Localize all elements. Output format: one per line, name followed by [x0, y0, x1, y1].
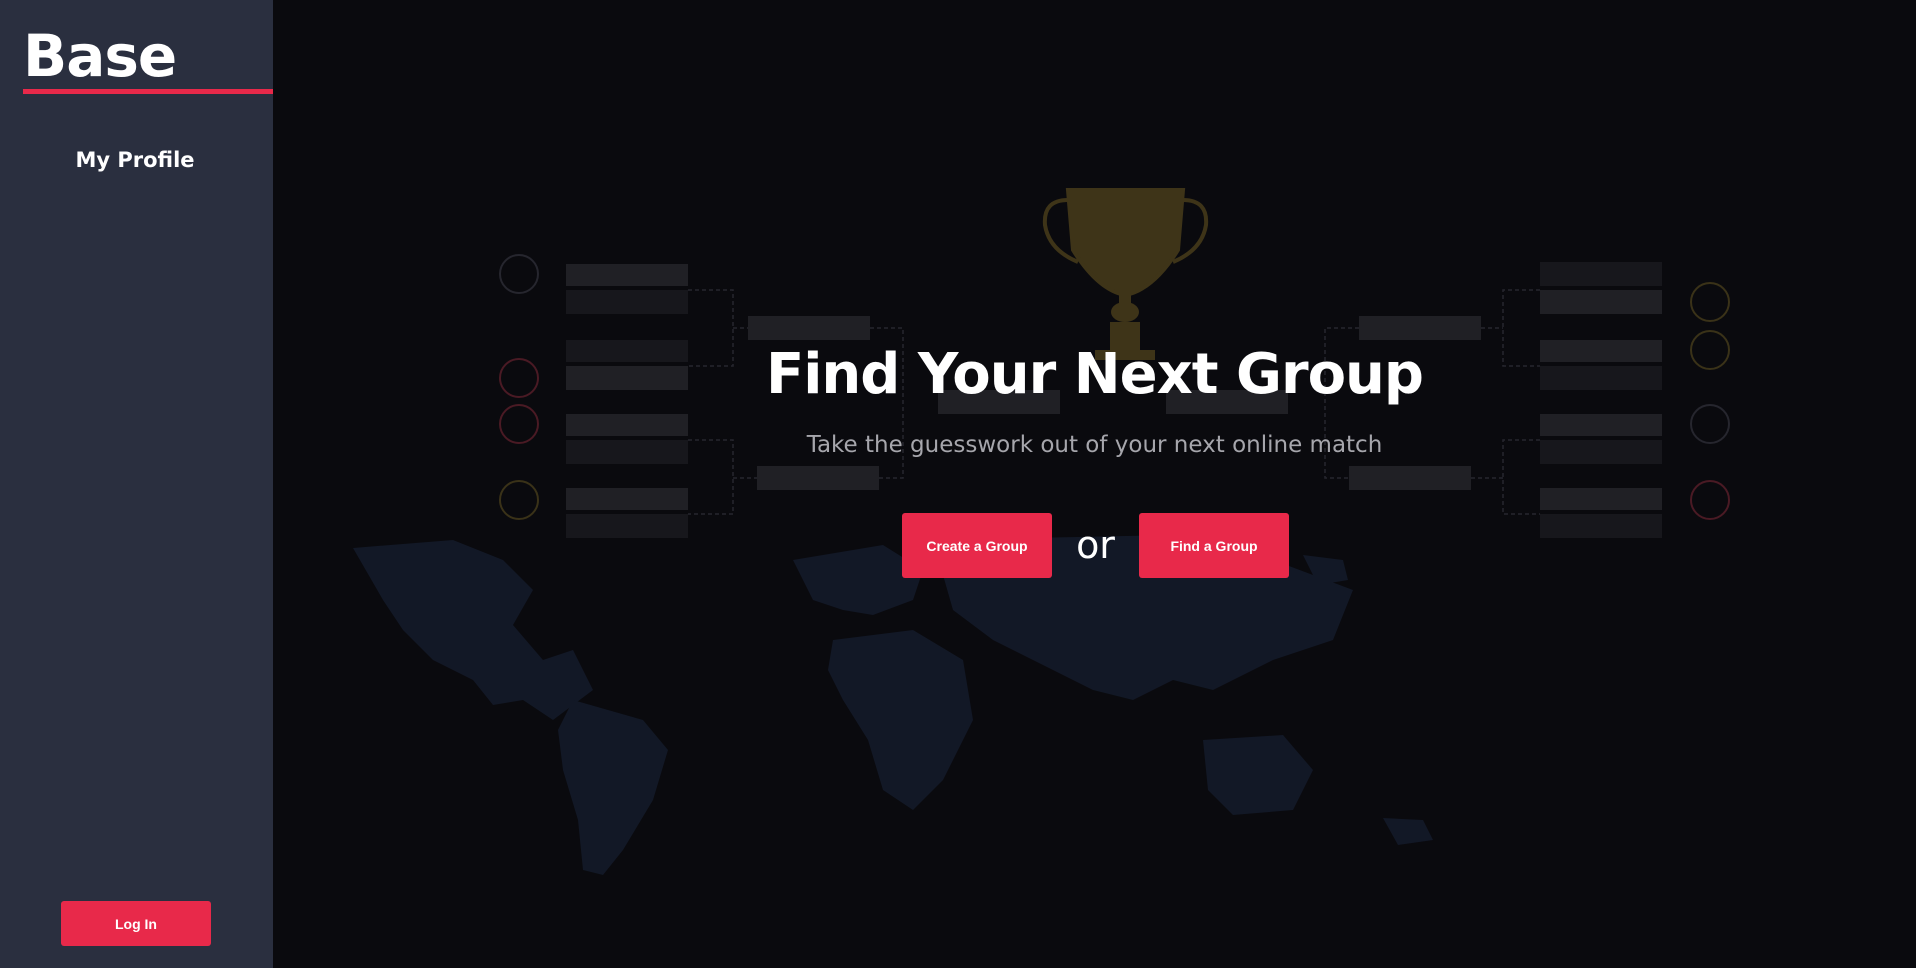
find-group-button[interactable]: Find a Group	[1139, 513, 1289, 578]
brand-underline	[23, 89, 273, 94]
login-button[interactable]: Log In	[61, 901, 211, 946]
trophy-icon	[1042, 188, 1209, 360]
main-content: Find Your Next Group Take the guesswork …	[273, 0, 1916, 968]
hero-subtitle: Take the guesswork out of your next onli…	[806, 432, 1383, 458]
or-separator: or	[1076, 523, 1115, 567]
hero-title: Find Your Next Group	[765, 342, 1424, 407]
nav-my-profile[interactable]: My Profile	[0, 148, 270, 172]
create-group-button[interactable]: Create a Group	[902, 513, 1052, 578]
brand-logo[interactable]: Base	[23, 24, 177, 88]
background-art	[353, 188, 1730, 875]
world-map	[353, 535, 1433, 875]
sidebar: Base My Profile Log In	[0, 0, 273, 968]
